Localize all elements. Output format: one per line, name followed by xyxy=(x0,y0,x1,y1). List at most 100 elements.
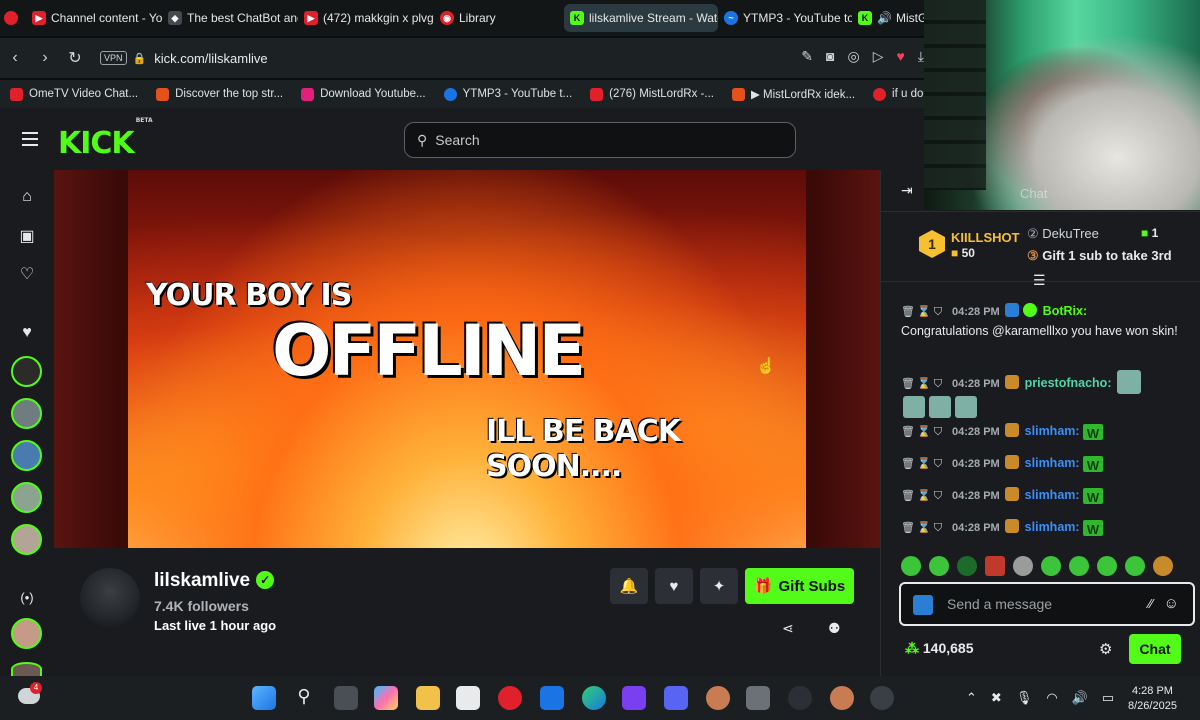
shield-icon[interactable]: ⛉ xyxy=(933,455,943,474)
timeout-icon[interactable]: ⌛ xyxy=(917,423,931,442)
delete-icon[interactable]: 🗑 xyxy=(901,455,915,474)
emote-icon[interactable] xyxy=(1097,556,1117,576)
emote-icon[interactable] xyxy=(1153,556,1173,576)
timeout-icon[interactable]: ⌛ xyxy=(917,487,931,506)
timeout-icon[interactable]: ⌛ xyxy=(917,375,931,394)
shield-icon[interactable]: ◎ xyxy=(847,48,859,65)
chat-settings-icon[interactable]: ⚙ xyxy=(1099,640,1112,658)
kick-logo[interactable]: KICKBETA xyxy=(58,117,153,161)
avatar[interactable] xyxy=(11,356,42,387)
message-user[interactable]: slimham: xyxy=(1025,520,1080,534)
timeout-icon[interactable]: ⌛ xyxy=(917,303,931,322)
tab-library[interactable]: ◉ Library xyxy=(434,4,564,32)
tab-channel-content[interactable]: ▶ Channel content - You xyxy=(26,4,162,32)
send-icon[interactable]: ▷ xyxy=(873,48,884,65)
search-icon[interactable]: ⚲ xyxy=(292,686,316,710)
follow-button[interactable]: ♥ xyxy=(655,568,693,604)
leader-second-name[interactable]: ② DekuTree xyxy=(1027,226,1099,242)
avatar[interactable] xyxy=(11,398,42,429)
avatar[interactable] xyxy=(11,524,42,555)
sparkle-button[interactable]: ✦ xyxy=(700,568,738,604)
shield-icon[interactable]: ⛉ xyxy=(933,519,943,538)
tab-ytmp3[interactable]: ~ YTMP3 - YouTube to xyxy=(718,4,852,32)
timeout-icon[interactable]: ⌛ xyxy=(917,455,931,474)
emote-icon[interactable] xyxy=(929,556,949,576)
opera-icon[interactable] xyxy=(498,686,522,710)
emote-icon[interactable] xyxy=(1013,556,1033,576)
notifications-button[interactable]: 🔔 xyxy=(610,568,648,604)
url-field[interactable]: kick.com/lilskamlive xyxy=(154,51,267,66)
volume-icon[interactable]: 🔊 xyxy=(1072,690,1088,706)
emote-icon[interactable] xyxy=(1041,556,1061,576)
timeout-icon[interactable]: ⌛ xyxy=(917,519,931,538)
camera-icon[interactable]: ◙ xyxy=(826,48,834,65)
bookmark-item[interactable]: OmeTV Video Chat... xyxy=(10,87,138,101)
collapse-chat-icon[interactable]: ⇥ xyxy=(901,182,913,199)
file-explorer-icon[interactable] xyxy=(416,686,440,710)
browser-menu-icon[interactable] xyxy=(0,4,26,32)
delete-icon[interactable]: 🗑 xyxy=(901,375,915,394)
add-user-icon[interactable]: ⚉ xyxy=(828,620,841,637)
live-icon[interactable]: (•) xyxy=(17,590,37,610)
chat-send-button[interactable]: Chat xyxy=(1129,634,1181,664)
edit-icon[interactable]: ✎ xyxy=(801,48,813,65)
channel-points[interactable]: ⁂ 140,685 xyxy=(905,640,974,657)
avatar[interactable] xyxy=(11,440,42,471)
bookmark-item[interactable]: ▶ MistLordRx idek... xyxy=(731,87,855,101)
media-player-icon[interactable] xyxy=(870,686,894,710)
emote-icon[interactable] xyxy=(1125,556,1145,576)
message-user[interactable]: slimham: xyxy=(1025,456,1080,470)
delete-icon[interactable]: 🗑 xyxy=(901,487,915,506)
battery-icon[interactable]: ▭ xyxy=(1102,690,1114,706)
gift-subs-button[interactable]: 🎁 Gift Subs xyxy=(745,568,854,604)
leader-first-name[interactable]: KIILLSHOT xyxy=(951,230,1020,245)
tray-app-icon[interactable]: ✖ xyxy=(991,690,1002,706)
clipchamp-icon[interactable] xyxy=(622,686,646,710)
delete-icon[interactable]: 🗑 xyxy=(901,303,915,322)
emote-icon[interactable] xyxy=(1069,556,1089,576)
chevron-up-icon[interactable]: ⌃ xyxy=(966,690,977,706)
avatar[interactable] xyxy=(11,618,42,649)
task-view-icon[interactable] xyxy=(334,686,358,710)
outlook-icon[interactable] xyxy=(540,686,564,710)
app-icon[interactable] xyxy=(706,686,730,710)
video-player[interactable]: YOUR BOY IS OFFLINE ILL BE BACK SOON....… xyxy=(54,170,880,548)
shield-icon[interactable]: ⛉ xyxy=(933,303,943,322)
discord-icon[interactable] xyxy=(664,686,688,710)
bookmark-item[interactable]: Discover the top str... xyxy=(156,87,283,101)
vpn-badge[interactable]: VPN xyxy=(100,51,127,65)
channel-avatar[interactable] xyxy=(80,568,140,628)
avatar[interactable] xyxy=(11,482,42,513)
lock-icon[interactable]: 🔒 xyxy=(133,52,147,65)
app-icon[interactable] xyxy=(830,686,854,710)
shield-icon[interactable]: ⛉ xyxy=(933,375,943,394)
emote-icon[interactable] xyxy=(985,556,1005,576)
tab-youtube-music[interactable]: ▶ (472) makkgin x plvg xyxy=(298,4,434,32)
bookmark-item[interactable]: (276) MistLordRx -... xyxy=(590,87,714,101)
reload-icon[interactable]: ↻ xyxy=(60,48,90,68)
avatar[interactable] xyxy=(11,662,42,676)
message-user[interactable]: slimham: xyxy=(1025,488,1080,502)
windows-start-icon[interactable] xyxy=(252,686,276,710)
shield-icon[interactable]: ⛉ xyxy=(933,487,943,506)
pinned-icon[interactable]: ☰ xyxy=(1033,272,1046,289)
bookmark-item[interactable]: YTMP3 - YouTube t... xyxy=(443,87,572,101)
chat-badge-icon[interactable] xyxy=(913,595,933,615)
forward-icon[interactable]: › xyxy=(30,49,60,67)
back-icon[interactable]: ‹ xyxy=(0,49,30,67)
emote-icon[interactable] xyxy=(957,556,977,576)
edge-icon[interactable] xyxy=(582,686,606,710)
tab-kick-stream[interactable]: K lilskamlive Stream - Watc xyxy=(564,4,718,32)
clock[interactable]: 4:28 PM 8/26/2025 xyxy=(1128,684,1177,714)
obs-icon[interactable] xyxy=(788,686,812,710)
camera-icon[interactable] xyxy=(746,686,770,710)
menu-icon[interactable] xyxy=(22,132,38,150)
copilot-icon[interactable] xyxy=(374,686,398,710)
commands-icon[interactable]: ⁄⁄ xyxy=(1149,596,1153,611)
share-icon[interactable]: ⋖ xyxy=(782,620,794,637)
heart-icon[interactable]: ♥ xyxy=(896,48,904,65)
message-user[interactable]: BotRix: xyxy=(1043,304,1087,318)
tab-chatbot[interactable]: ◆ The best ChatBot and xyxy=(162,4,298,32)
message-user[interactable]: slimham: xyxy=(1025,424,1080,438)
store-icon[interactable] xyxy=(456,686,480,710)
